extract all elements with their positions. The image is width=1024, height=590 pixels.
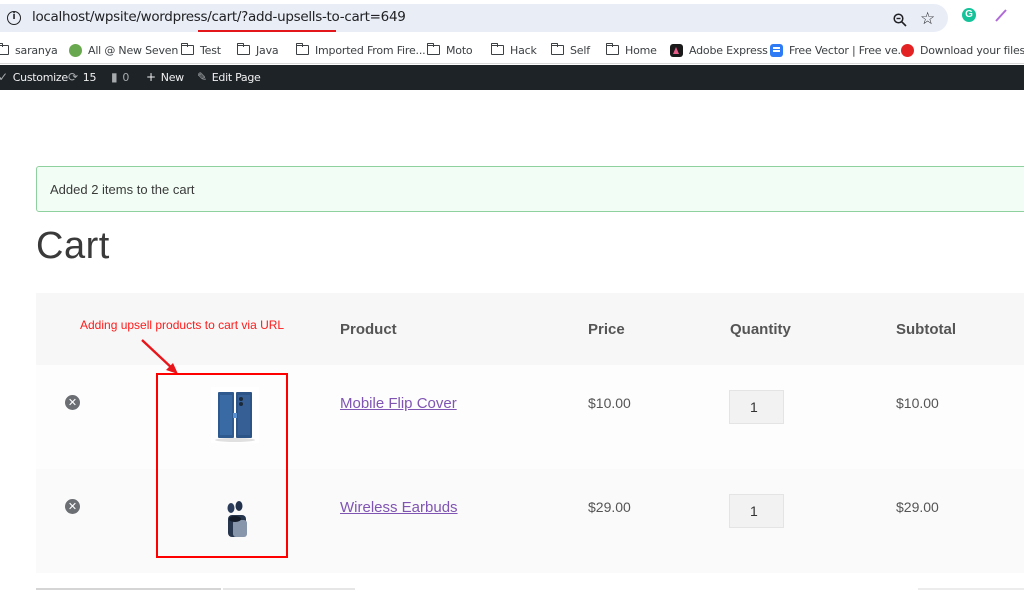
column-header-subtotal: Subtotal: [896, 321, 956, 338]
new-seven-favicon: [69, 43, 82, 57]
quantity-input[interactable]: [729, 494, 784, 528]
page-title: Cart: [36, 225, 110, 267]
url-path: /wpsite/wordpress/cart/: [89, 9, 242, 25]
annotation-arrow-icon: [141, 339, 178, 374]
folder-icon: [236, 43, 250, 55]
admin-customize[interactable]: ✓ Customize: [0, 70, 68, 84]
bookmark-label: All @ New Seven: [88, 43, 179, 57]
free-vector-favicon: [770, 43, 783, 57]
bookmarks-bar: saranya All @ New Seven Test Java Import…: [0, 36, 1024, 64]
admin-customize-label: Customize: [12, 70, 68, 84]
bookmark-self[interactable]: Self: [550, 42, 590, 58]
item-subtotal: $10.00: [896, 395, 939, 411]
bookmark-home[interactable]: Home: [605, 42, 657, 58]
admin-edit-page-label: Edit Page: [211, 70, 261, 84]
admin-updates[interactable]: ⟳ 15: [68, 70, 96, 84]
url-text[interactable]: localhost/wpsite/wordpress/cart/?add-ups…: [32, 9, 406, 25]
annotation-highlight-box: [156, 373, 288, 558]
item-price: $10.00: [588, 395, 631, 411]
plus-icon: +: [146, 70, 156, 84]
folder-icon: [490, 43, 504, 55]
admin-comments[interactable]: ▮ 0: [111, 70, 129, 84]
folder-icon: [426, 43, 440, 55]
comment-icon: ▮: [111, 70, 118, 84]
bookmark-label: Self: [570, 43, 590, 57]
site-info-icon[interactable]: i: [7, 11, 21, 25]
cart-notice: Added 2 items to the cart: [36, 166, 1024, 212]
bookmark-java[interactable]: Java: [236, 42, 279, 58]
zoom-out-icon[interactable]: [893, 13, 907, 27]
folder-icon: [605, 43, 619, 55]
bookmark-label: Adobe Express: [689, 43, 768, 57]
grammarly-icon[interactable]: G: [962, 8, 976, 22]
notice-message: Added 2 items to the cart: [50, 182, 195, 197]
comments-count: 0: [122, 70, 130, 84]
bookmark-hack[interactable]: Hack: [490, 42, 537, 58]
bookmark-adobe-express[interactable]: Adobe Express: [670, 42, 768, 58]
bookmark-saranya[interactable]: saranya: [0, 42, 58, 58]
updates-icon: ⟳: [68, 70, 78, 84]
bookmark-label: Hack: [510, 43, 537, 57]
bookmark-download-files[interactable]: Download your files...: [901, 42, 1024, 58]
item-price: $29.00: [588, 499, 631, 515]
annotation-label: Adding upsell products to cart via URL: [80, 318, 285, 332]
folder-icon: [550, 43, 564, 55]
bookmark-label: Download your files...: [920, 43, 1024, 57]
remove-item-icon[interactable]: ✕: [65, 499, 80, 514]
bookmark-label: Home: [625, 43, 657, 57]
bookmark-imported[interactable]: Imported From Fire...: [295, 42, 426, 58]
column-header-product: Product: [340, 321, 397, 338]
bookmark-free-vector[interactable]: Free Vector | Free ve...: [770, 42, 908, 58]
bookmark-all-new-seven[interactable]: All @ New Seven: [69, 42, 178, 58]
folder-icon: [0, 43, 9, 55]
wp-admin-bar: ✓ Customize ⟳ 15 ▮ 0 + New ✎ Edit Page: [0, 65, 1024, 90]
folder-icon: [295, 43, 309, 55]
adobe-express-favicon: [670, 43, 683, 57]
bookmark-test[interactable]: Test: [180, 42, 221, 58]
product-link[interactable]: Wireless Earbuds: [340, 499, 458, 516]
url-annotation-underline: [198, 30, 336, 32]
brush-icon: ✓: [0, 70, 8, 84]
folder-icon: [180, 43, 194, 55]
url-query: ?add-upsells-to-cart=649: [241, 9, 406, 25]
url-host: localhost: [32, 9, 90, 25]
bookmark-moto[interactable]: Moto: [426, 42, 473, 58]
item-subtotal: $29.00: [896, 499, 939, 515]
bookmark-label: saranya: [15, 43, 58, 57]
pencil-icon: ✎: [197, 70, 207, 84]
browser-toolbar: i localhost/wpsite/wordpress/cart/?add-u…: [0, 0, 1024, 36]
admin-new[interactable]: + New: [146, 70, 184, 84]
updates-count: 15: [82, 70, 97, 84]
bookmark-star-icon[interactable]: ☆: [920, 10, 935, 28]
remove-item-icon[interactable]: ✕: [65, 395, 80, 410]
product-link[interactable]: Mobile Flip Cover: [340, 395, 457, 412]
bookmark-label: Imported From Fire...: [315, 43, 426, 57]
address-bar[interactable]: i localhost/wpsite/wordpress/cart/?add-u…: [0, 4, 948, 32]
bookmark-label: Free Vector | Free ve...: [789, 43, 908, 57]
admin-new-label: New: [160, 70, 184, 84]
quantity-input[interactable]: [729, 390, 784, 424]
bookmark-label: Test: [200, 43, 221, 57]
bookmark-label: Moto: [446, 43, 473, 57]
pen-extension-icon[interactable]: [995, 8, 1007, 22]
column-header-price: Price: [588, 321, 625, 338]
download-favicon: [901, 43, 914, 57]
column-header-quantity: Quantity: [730, 321, 791, 338]
admin-edit-page[interactable]: ✎ Edit Page: [197, 70, 261, 84]
bookmark-label: Java: [256, 43, 279, 57]
